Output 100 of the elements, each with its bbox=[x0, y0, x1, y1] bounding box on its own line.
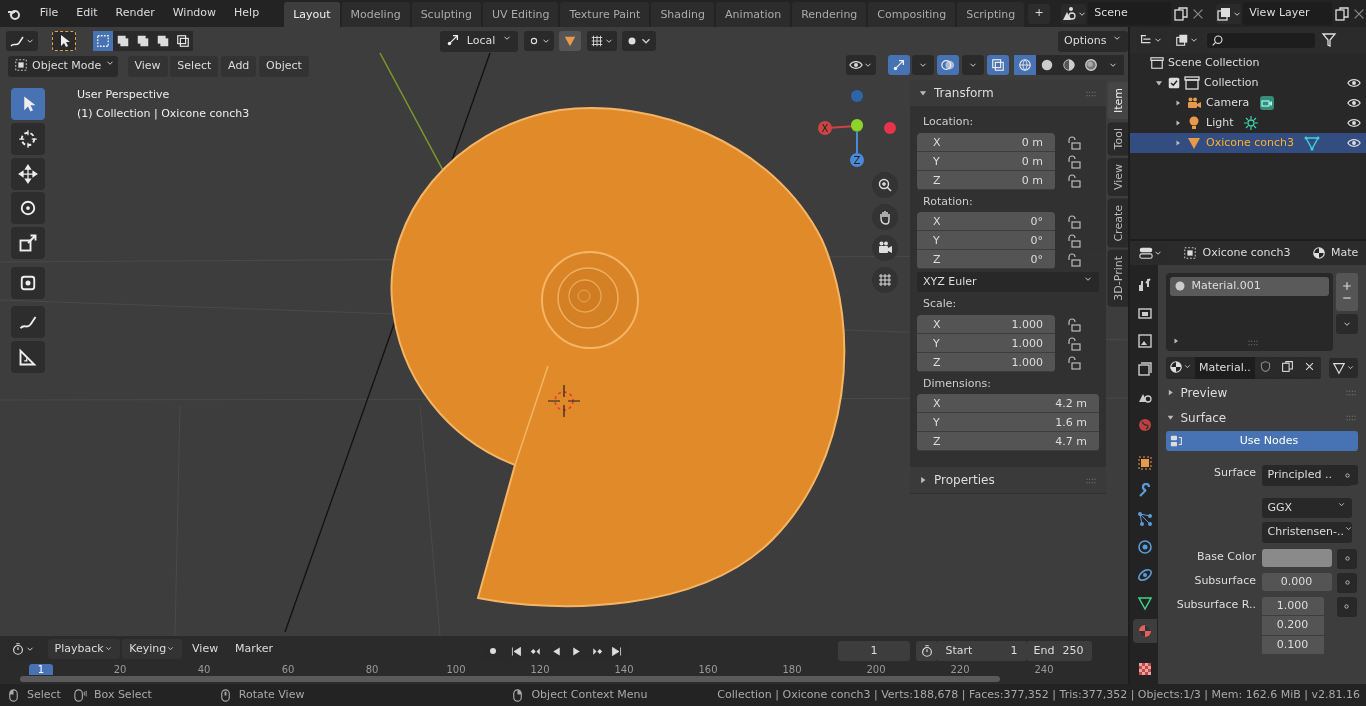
view-layer-field[interactable]: View Layer bbox=[1243, 2, 1332, 25]
group-label: Scale: bbox=[922, 296, 958, 313]
orientation-dropdown[interactable]: Local bbox=[440, 31, 518, 52]
number-field[interactable]: Z 0° bbox=[917, 250, 1055, 269]
group-label: Dimensions: bbox=[922, 375, 992, 392]
context-object: Oxicone conch3 bbox=[1202, 244, 1291, 261]
axis-gizmo[interactable]: X Z bbox=[818, 90, 896, 167]
number-field[interactable]: X 0° bbox=[917, 212, 1055, 231]
options-dropdown[interactable]: Options bbox=[1058, 31, 1128, 52]
number-field[interactable]: 0.200 bbox=[1261, 616, 1324, 636]
sidebar-tab[interactable]: Tool bbox=[1108, 121, 1128, 156]
tree-item[interactable]: Collection bbox=[1204, 74, 1259, 92]
sidebar-tab[interactable]: View bbox=[1108, 157, 1128, 197]
rotation-mode-dropdown[interactable]: XYZ Euler bbox=[917, 271, 1099, 293]
status-hint: Rotate View bbox=[238, 686, 305, 703]
field-label: Subsurface bbox=[1193, 572, 1256, 589]
workspace-tab[interactable]: Animation bbox=[716, 2, 791, 29]
tree-item[interactable]: Light bbox=[1206, 114, 1234, 132]
number-field[interactable]: Y 0° bbox=[917, 231, 1055, 250]
timeline-menu[interactable]: Playback bbox=[47, 638, 120, 660]
sidebar-tab[interactable]: 3D-Print bbox=[1108, 250, 1128, 307]
workspace-tab[interactable]: Modeling bbox=[341, 2, 410, 29]
panel-header[interactable]: Properties bbox=[910, 467, 1106, 493]
workspace-tab[interactable]: Shading bbox=[651, 2, 715, 29]
tree-item[interactable]: Scene Collection bbox=[1168, 54, 1260, 72]
number-field[interactable]: 1.000 bbox=[1261, 596, 1324, 617]
frame-number: 200 bbox=[865, 664, 887, 675]
menu-item[interactable]: Help bbox=[226, 3, 268, 24]
timeline-menu[interactable]: View bbox=[185, 638, 226, 660]
frame-number: 180 bbox=[781, 664, 803, 675]
viewport-menu[interactable]: Add bbox=[221, 56, 257, 77]
workspace-tab[interactable]: Rendering bbox=[792, 2, 867, 29]
frame-number: 60 bbox=[280, 664, 296, 675]
number-field[interactable]: X 4.2 m bbox=[917, 394, 1099, 414]
status-hint: Object Context Menu bbox=[531, 686, 648, 703]
current-frame-field[interactable]: 1 bbox=[838, 641, 910, 661]
playhead-frame[interactable]: 1 bbox=[29, 664, 53, 675]
add-workspace-button[interactable]: + bbox=[1028, 3, 1051, 24]
frame-number: 220 bbox=[949, 664, 971, 675]
viewport-menu[interactable]: View bbox=[127, 56, 168, 77]
number-field[interactable]: 0.100 bbox=[1261, 635, 1324, 656]
field-label: Base Color bbox=[1196, 548, 1256, 565]
panel-header[interactable]: Surface bbox=[1166, 406, 1358, 429]
axis-label: X bbox=[821, 123, 829, 134]
scene-field[interactable]: Scene bbox=[1088, 2, 1172, 25]
frame-number: 40 bbox=[196, 664, 212, 675]
timeline-menu[interactable]: Marker bbox=[227, 638, 280, 660]
dropdown[interactable]: GGX bbox=[1261, 497, 1352, 519]
start-frame-field[interactable]: Start 1 bbox=[937, 641, 1026, 661]
material-slot[interactable]: Material.001 bbox=[1170, 277, 1330, 296]
workspace-tab[interactable]: Sculpting bbox=[411, 2, 481, 29]
status-hint: Box Select bbox=[93, 686, 152, 703]
sidebar-tab[interactable]: Item bbox=[1108, 82, 1128, 120]
tree-item[interactable]: Camera bbox=[1206, 94, 1250, 112]
frame-number: 100 bbox=[445, 664, 467, 675]
number-field[interactable]: Y 1.6 m bbox=[917, 413, 1099, 433]
menu-item[interactable]: Render bbox=[107, 3, 163, 24]
group-label: Rotation: bbox=[922, 193, 974, 210]
menu-item[interactable]: Window bbox=[164, 3, 225, 24]
timeline-menu[interactable]: Keying bbox=[122, 638, 183, 660]
frame-number: 20 bbox=[112, 664, 128, 675]
context-material: Mate bbox=[1331, 244, 1359, 261]
frame-number: 140 bbox=[613, 664, 635, 675]
scene-statistics: Collection | Oxicone conch3 | Verts:188,678 | Faces:377,352 | Tris:377,352 | Objects:1/3 | Mem: 162.6 MiB | v2.81.16 bbox=[717, 686, 1360, 703]
frame-number: 160 bbox=[697, 664, 719, 675]
panel-title: Surface bbox=[1180, 409, 1227, 427]
panel-header[interactable]: Transform bbox=[910, 80, 1106, 106]
number-field[interactable]: X 1.000 bbox=[917, 314, 1055, 334]
number-field[interactable]: 0.000 bbox=[1261, 572, 1332, 592]
viewport-info-text: User Perspective bbox=[77, 87, 171, 103]
sidebar-tab[interactable]: Create bbox=[1108, 198, 1128, 248]
end-frame-field[interactable]: End 250 bbox=[1025, 641, 1092, 661]
group-label: Location: bbox=[922, 114, 975, 130]
number-field[interactable]: X 0 m bbox=[917, 132, 1055, 152]
panel-header[interactable]: Preview bbox=[1166, 381, 1358, 404]
dropdown[interactable]: Christensen-.. bbox=[1261, 522, 1352, 543]
status-hint: Select bbox=[27, 686, 61, 703]
panel-title: Properties bbox=[934, 472, 995, 489]
viewport-menu[interactable]: Select bbox=[170, 56, 219, 77]
viewport-menu[interactable]: Object bbox=[259, 56, 309, 77]
viewport-info-text: (1) Collection | Oxicone conch3 bbox=[77, 106, 250, 123]
panel-title: Transform bbox=[934, 85, 994, 102]
frame-number: 120 bbox=[529, 664, 551, 675]
workspace-tab[interactable]: UV Editing bbox=[483, 2, 559, 29]
mode-dropdown[interactable]: Object Mode bbox=[8, 56, 118, 77]
frame-number: 80 bbox=[364, 664, 380, 675]
field-label: Surface bbox=[1213, 465, 1256, 482]
axis-label: Z bbox=[853, 155, 861, 166]
panel-title: Preview bbox=[1180, 384, 1228, 402]
use-nodes-button[interactable]: Use Nodes bbox=[1166, 431, 1358, 452]
workspace-tab[interactable]: Texture Paint bbox=[560, 2, 650, 29]
number-field[interactable]: Z 4.7 m bbox=[917, 432, 1099, 452]
frame-number: 240 bbox=[1033, 664, 1055, 675]
workspace-tab[interactable]: Compositing bbox=[868, 2, 956, 29]
menu-item[interactable]: File bbox=[31, 3, 67, 24]
material-name-field[interactable]: Material.. bbox=[1195, 356, 1255, 379]
workspace-tab[interactable]: Scripting bbox=[957, 2, 1025, 29]
menu-item[interactable]: Edit bbox=[68, 3, 106, 24]
workspace-tab[interactable]: Layout bbox=[284, 2, 340, 29]
field-label: Subsurface R.. bbox=[1175, 596, 1256, 613]
